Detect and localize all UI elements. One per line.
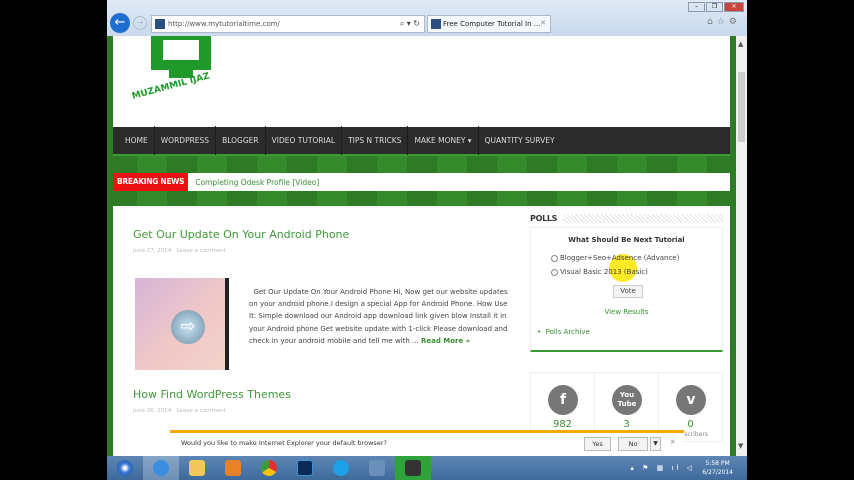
photoshop-icon bbox=[297, 460, 313, 476]
vote-button[interactable]: Vote bbox=[613, 285, 643, 298]
poll-option-label: Blogger+Seo+Adsence (Advance) bbox=[560, 254, 680, 262]
breaking-news-label: BREAKING NEWS bbox=[113, 173, 189, 191]
polls-heading-text: POLLS bbox=[530, 214, 564, 223]
close-tab-icon[interactable]: ✕ bbox=[540, 19, 546, 27]
read-more-link[interactable]: Read More » bbox=[421, 337, 470, 345]
tab-title: Free Computer Tutorial In ... bbox=[443, 20, 541, 28]
content-area: Get Our Update On Your Android Phone Jun… bbox=[113, 206, 730, 456]
post-meta: June 27, 2014 Leave a comment bbox=[133, 248, 226, 254]
nav-home[interactable]: HOME bbox=[119, 126, 155, 155]
start-button[interactable] bbox=[107, 456, 143, 480]
favorites-icon[interactable]: ☆ bbox=[717, 17, 729, 27]
nav-make-money[interactable]: MAKE MONEY ▾ bbox=[408, 126, 479, 155]
polls-archive-link[interactable]: • Polls Archive bbox=[537, 328, 590, 336]
screen-icon bbox=[369, 460, 385, 476]
polls-archive-text: Polls Archive bbox=[545, 328, 590, 336]
taskbar: ▴ ⚑ ▦ ıl ◁ 5:58 PM 6/27/2014 bbox=[107, 456, 747, 480]
taskbar-explorer[interactable] bbox=[179, 456, 215, 480]
taskbar-photoshop[interactable] bbox=[287, 456, 323, 480]
search-refresh-icon[interactable]: ⌕ ▾ ↻ bbox=[400, 19, 420, 29]
poll-option[interactable]: Visual Basic 2013 (Basic) bbox=[551, 268, 648, 276]
post-title[interactable]: How Find WordPress Themes bbox=[133, 388, 291, 401]
tab-favicon-icon bbox=[431, 19, 441, 29]
site-header: MUZAMMIL IJAZ bbox=[113, 36, 730, 127]
radio-button[interactable] bbox=[551, 254, 558, 262]
ie-icon bbox=[153, 460, 169, 476]
web-page: MUZAMMIL IJAZ HOME WORDPRESS BLOGGER VID… bbox=[107, 36, 736, 456]
clock-time: 5:58 PM bbox=[705, 460, 730, 467]
media-player-icon bbox=[225, 460, 241, 476]
post-date: June 27, 2014 bbox=[133, 248, 172, 254]
url-text: http://www.mytutorialtime.com/ bbox=[168, 20, 280, 28]
youtube-icon: You Tube bbox=[612, 385, 642, 415]
no-dropdown-icon[interactable]: ▼ bbox=[650, 437, 661, 451]
taskbar-media[interactable] bbox=[215, 456, 251, 480]
close-window-button[interactable]: ✕ bbox=[724, 2, 744, 12]
yes-button[interactable]: Yes bbox=[584, 437, 611, 451]
clock[interactable]: 5:58 PM 6/27/2014 bbox=[702, 459, 733, 477]
nav-quantity-survey[interactable]: QUANTITY SURVEY bbox=[479, 126, 561, 155]
taskbar-app[interactable] bbox=[359, 456, 395, 480]
no-button[interactable]: No bbox=[618, 437, 648, 451]
folder-icon bbox=[189, 460, 205, 476]
default-browser-notification: Would you like to make Internet Explorer… bbox=[170, 430, 684, 452]
skype-icon bbox=[333, 460, 349, 476]
taskbar-skype[interactable] bbox=[323, 456, 359, 480]
notification-text: Would you like to make Internet Explorer… bbox=[181, 438, 387, 447]
browser-tab[interactable]: Free Computer Tutorial In ... ✕ bbox=[427, 15, 551, 33]
vertical-scrollbar[interactable]: ▲ ▼ bbox=[736, 36, 747, 456]
poll-option[interactable]: Blogger+Seo+Adsence (Advance) bbox=[551, 254, 679, 262]
minimize-button[interactable]: – bbox=[688, 2, 705, 12]
scroll-up-icon[interactable]: ▲ bbox=[738, 40, 743, 48]
site-favicon-icon bbox=[155, 19, 165, 29]
facebook-count: 982 bbox=[552, 419, 573, 430]
post-meta: June 26, 2014 Leave a comment bbox=[133, 408, 226, 414]
youtube-count: 3 bbox=[623, 419, 630, 430]
browser-window: ← → http://www.mytutorialtime.com/⌕ ▾ ↻ … bbox=[107, 0, 747, 456]
arrow-icon: ⇨ bbox=[171, 310, 205, 344]
clock-date: 6/27/2014 bbox=[702, 469, 733, 476]
windows-start-icon bbox=[117, 460, 133, 476]
post-date: June 26, 2014 bbox=[133, 408, 172, 414]
close-notification-icon[interactable]: ✕ bbox=[670, 438, 675, 446]
browser-chrome: ← → http://www.mytutorialtime.com/⌕ ▾ ↻ … bbox=[107, 0, 747, 36]
chrome-icon bbox=[261, 460, 277, 476]
scroll-down-icon[interactable]: ▼ bbox=[738, 442, 743, 450]
poll-option-label: Visual Basic 2013 (Basic) bbox=[560, 268, 648, 276]
sidebar: POLLS What Should Be Next Tutorial Blogg… bbox=[530, 214, 723, 442]
tray-icons[interactable]: ▴ ⚑ ▦ ıl ◁ bbox=[630, 464, 695, 472]
recorder-icon bbox=[405, 460, 421, 476]
address-bar[interactable]: http://www.mytutorialtime.com/ ⌕ ▾ ↻ bbox=[151, 15, 425, 33]
poll-question: What Should Be Next Tutorial bbox=[568, 236, 685, 244]
leave-comment-link[interactable]: Leave a comment bbox=[176, 408, 225, 414]
nav-wordpress[interactable]: WORDPRESS bbox=[155, 126, 217, 155]
vimeo-icon: v bbox=[676, 385, 706, 415]
taskbar-recorder[interactable] bbox=[395, 456, 431, 480]
facebook-icon: f bbox=[548, 385, 578, 415]
scrollbar-thumb[interactable] bbox=[738, 72, 745, 142]
taskbar-chrome[interactable] bbox=[251, 456, 287, 480]
nav-blogger[interactable]: BLOGGER bbox=[216, 126, 266, 155]
gear-icon[interactable]: ⚙ bbox=[729, 17, 741, 27]
taskbar-ie[interactable] bbox=[143, 456, 179, 480]
leave-comment-link[interactable]: Leave a comment bbox=[176, 248, 225, 254]
post-excerpt: Get Our Update On Your Android Phone Hi,… bbox=[249, 286, 511, 347]
view-results-link[interactable]: View Results bbox=[531, 308, 722, 316]
post-title[interactable]: Get Our Update On Your Android Phone bbox=[133, 228, 349, 241]
polls-heading: POLLS bbox=[530, 214, 723, 223]
main-nav: HOME WORDPRESS BLOGGER VIDEO TUTORIAL TI… bbox=[113, 126, 730, 156]
home-icon[interactable]: ⌂ bbox=[707, 17, 717, 27]
vimeo-count: 0 bbox=[687, 419, 694, 430]
restore-button[interactable]: ❐ bbox=[706, 2, 723, 12]
forward-button[interactable]: → bbox=[133, 16, 147, 30]
nav-tips-n-tricks[interactable]: TIPS N TRICKS bbox=[342, 126, 409, 155]
site-logo[interactable]: MUZAMMIL IJAZ bbox=[121, 36, 241, 108]
radio-button[interactable] bbox=[551, 268, 558, 276]
post-thumbnail[interactable]: ⇨ bbox=[135, 278, 229, 370]
back-button[interactable]: ← bbox=[110, 13, 130, 33]
breaking-news-link[interactable]: Completing Odesk Profile [Video] bbox=[188, 178, 319, 187]
breaking-news-bar: BREAKING NEWS Completing Odesk Profile [… bbox=[113, 173, 730, 191]
nav-video-tutorial[interactable]: VIDEO TUTORIAL bbox=[266, 126, 343, 155]
poll-widget: What Should Be Next Tutorial Blogger+Seo… bbox=[530, 227, 723, 352]
